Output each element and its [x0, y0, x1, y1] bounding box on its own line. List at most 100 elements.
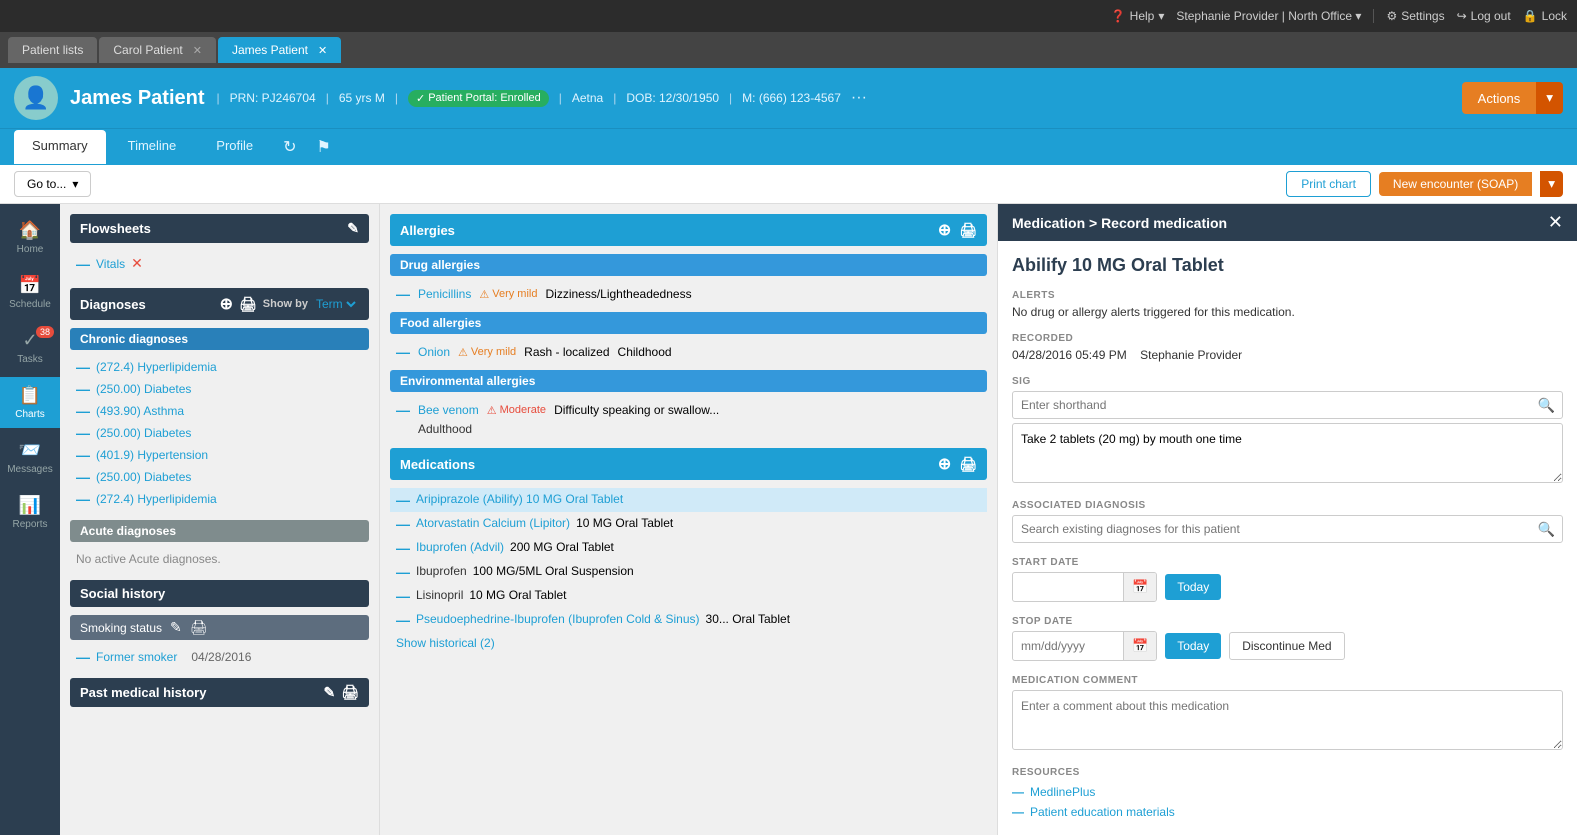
pmh-actions: ✎ 🖨: [323, 684, 359, 701]
med-aripiprazole[interactable]: — Aripiprazole (Abilify) 10 MG Oral Tabl…: [390, 488, 987, 512]
pmh-edit-icon[interactable]: ✎: [323, 684, 335, 701]
more-options-icon[interactable]: ···: [851, 89, 867, 107]
toolbar: Go to... ▾ Print chart New encounter (SO…: [0, 165, 1577, 204]
dx-asthma: — (493.90) Asthma: [70, 400, 369, 422]
sig-shorthand-input[interactable]: [1012, 391, 1563, 419]
drug-allergies-header: Drug allergies: [390, 254, 987, 276]
summary-tab[interactable]: Summary: [14, 130, 106, 164]
medication-comment-textarea[interactable]: [1012, 690, 1563, 750]
left-panel: Flowsheets ✎ — Vitals ✕ Diagnoses ⊕ 🖨: [60, 204, 380, 835]
sidebar-item-home[interactable]: 🏠 Home: [0, 212, 60, 263]
print-chart-button[interactable]: Print chart: [1286, 171, 1371, 197]
schedule-icon: 📅: [19, 275, 41, 296]
allergies-add-icon[interactable]: ⊕: [938, 220, 951, 240]
vitals-close-icon[interactable]: ✕: [131, 255, 143, 272]
stop-date-input-wrapper: 📅: [1012, 631, 1157, 661]
patient-header: 👤 James Patient | PRN: PJ246704 | 65 yrs…: [0, 68, 1577, 128]
medication-record-panel: Medication > Record medication ✕ Abilify…: [997, 204, 1577, 835]
stop-date-today-button[interactable]: Today: [1165, 633, 1221, 659]
vitals-item: — Vitals ✕: [70, 251, 369, 276]
patient-name: James Patient: [70, 87, 205, 110]
sig-textarea[interactable]: Take 2 tablets (20 mg) by mouth one time: [1012, 423, 1563, 483]
dx-diabetes-1: — (250.00) Diabetes: [70, 378, 369, 400]
med-lisinopril[interactable]: — Lisinopril 10 MG Oral Tablet: [390, 584, 987, 608]
dx-diabetes-2: — (250.00) Diabetes: [70, 422, 369, 444]
sidebar-item-messages[interactable]: 📨 Messages: [0, 432, 60, 483]
diagnosis-search-icon: 🔍: [1538, 521, 1555, 538]
flowsheets-header: Flowsheets ✎: [70, 214, 369, 243]
logout-link[interactable]: ↪ Log out: [1457, 9, 1511, 23]
sig-search-icon: 🔍: [1538, 397, 1555, 414]
social-history-section: Social history Smoking status ✎ 🖨 — Form…: [70, 580, 369, 668]
bee-venom-onset: Adulthood: [390, 422, 987, 436]
flowsheets-edit-icon[interactable]: ✎: [347, 220, 359, 237]
profile-tab[interactable]: Profile: [198, 130, 271, 164]
patient-education-link[interactable]: — Patient education materials: [1012, 802, 1563, 822]
stop-date-input[interactable]: [1013, 633, 1123, 659]
smoking-edit-icon[interactable]: ✎: [170, 619, 182, 636]
env-severity-icon: ⚠ Moderate: [487, 404, 546, 417]
patient-lists-tab[interactable]: Patient lists: [8, 37, 97, 63]
sidebar-item-schedule[interactable]: 📅 Schedule: [0, 267, 60, 318]
medications-add-icon[interactable]: ⊕: [938, 454, 951, 474]
past-medical-history-section: Past medical history ✎ 🖨: [70, 678, 369, 707]
pmh-header: Past medical history ✎ 🖨: [70, 678, 369, 707]
carol-patient-tab[interactable]: Carol Patient ✕: [99, 37, 216, 63]
patient-insurance[interactable]: Aetna: [572, 91, 603, 105]
james-patient-tab[interactable]: James Patient ✕: [218, 37, 341, 63]
vitals-link[interactable]: Vitals: [96, 257, 125, 271]
med-ibuprofen-advil[interactable]: — Ibuprofen (Advil) 200 MG Oral Tablet: [390, 536, 987, 560]
med-record-close-icon[interactable]: ✕: [1548, 212, 1563, 233]
james-patient-close[interactable]: ✕: [318, 44, 327, 57]
resources-group: RESOURCES — MedlinePlus — Patient educat…: [1012, 767, 1563, 822]
start-date-group: START DATE 05/04/2016 📅 Today: [1012, 557, 1563, 602]
show-historical-link[interactable]: Show historical (2): [390, 632, 987, 654]
allergy-onion: — Onion ⚠ Very mild Rash - localized Chi…: [390, 340, 987, 364]
new-encounter-dropdown[interactable]: ▾: [1540, 171, 1563, 197]
sub-navigation: Summary Timeline Profile ↻ ⚑: [0, 128, 1577, 165]
stop-date-calendar-icon[interactable]: 📅: [1123, 632, 1156, 660]
flowsheets-section: Flowsheets ✎ — Vitals ✕: [70, 214, 369, 276]
carol-patient-close[interactable]: ✕: [193, 44, 202, 57]
start-date-today-button[interactable]: Today: [1165, 574, 1221, 600]
discontinue-med-button[interactable]: Discontinue Med: [1229, 632, 1344, 660]
med-atorvastatin[interactable]: — Atorvastatin Calcium (Lipitor) 10 MG O…: [390, 512, 987, 536]
actions-button[interactable]: Actions: [1462, 82, 1537, 114]
dx-hyperlipidemia-1: — (272.4) Hyperlipidemia: [70, 356, 369, 378]
new-encounter-button[interactable]: New encounter (SOAP): [1379, 172, 1532, 196]
food-allergies-header: Food allergies: [390, 312, 987, 334]
smoking-print-icon[interactable]: 🖨: [190, 619, 208, 636]
show-by-select[interactable]: Term ICD: [312, 296, 359, 312]
settings-link[interactable]: ⚙ Settings: [1386, 9, 1444, 23]
office-chevron: ▾: [1355, 9, 1361, 23]
help-link[interactable]: ❓ Help ▾: [1111, 9, 1165, 23]
food-severity-icon: ⚠ Very mild: [458, 346, 516, 359]
diagnosis-search-input[interactable]: [1012, 515, 1563, 543]
med-ibuprofen-suspension[interactable]: — Ibuprofen 100 MG/5ML Oral Suspension: [390, 560, 987, 584]
pmh-print-icon[interactable]: 🖨: [341, 684, 359, 701]
diagnoses-print-icon[interactable]: 🖨: [239, 296, 257, 313]
sidebar-item-reports[interactable]: 📊 Reports: [0, 487, 60, 538]
help-chevron: ▾: [1158, 9, 1164, 23]
actions-dropdown-arrow[interactable]: ▾: [1536, 82, 1563, 114]
start-date-calendar-icon[interactable]: 📅: [1123, 573, 1156, 601]
medications-print-icon[interactable]: 🖨: [959, 456, 977, 473]
associated-diagnosis-group: ASSOCIATED DIAGNOSIS 🔍: [1012, 500, 1563, 543]
tab-bar: Patient lists Carol Patient ✕ James Pati…: [0, 32, 1577, 68]
goto-button[interactable]: Go to... ▾: [14, 171, 91, 197]
sidebar-item-charts[interactable]: 📋 Charts: [0, 377, 60, 428]
flag-icon[interactable]: ⚑: [309, 129, 339, 165]
allergies-print-icon[interactable]: 🖨: [959, 222, 977, 239]
warning-triangle-food-icon: ⚠: [458, 346, 468, 359]
medications-section: Medications ⊕ 🖨 — Aripiprazole (Abilify)…: [390, 448, 987, 654]
medlineplus-link[interactable]: — MedlinePlus: [1012, 782, 1563, 802]
diagnosis-search-wrapper: 🔍: [1012, 515, 1563, 543]
start-date-input[interactable]: 05/04/2016: [1013, 574, 1123, 600]
diagnoses-add-icon[interactable]: ⊕: [220, 294, 233, 314]
dx-diabetes-3: — (250.00) Diabetes: [70, 466, 369, 488]
med-pseudoephedrine[interactable]: — Pseudoephedrine-Ibuprofen (Ibuprofen C…: [390, 608, 987, 632]
lock-link[interactable]: 🔒 Lock: [1523, 9, 1567, 23]
refresh-icon[interactable]: ↻: [275, 129, 304, 165]
sidebar-item-tasks[interactable]: 38 ✓ Tasks: [0, 322, 60, 373]
timeline-tab[interactable]: Timeline: [110, 130, 195, 164]
